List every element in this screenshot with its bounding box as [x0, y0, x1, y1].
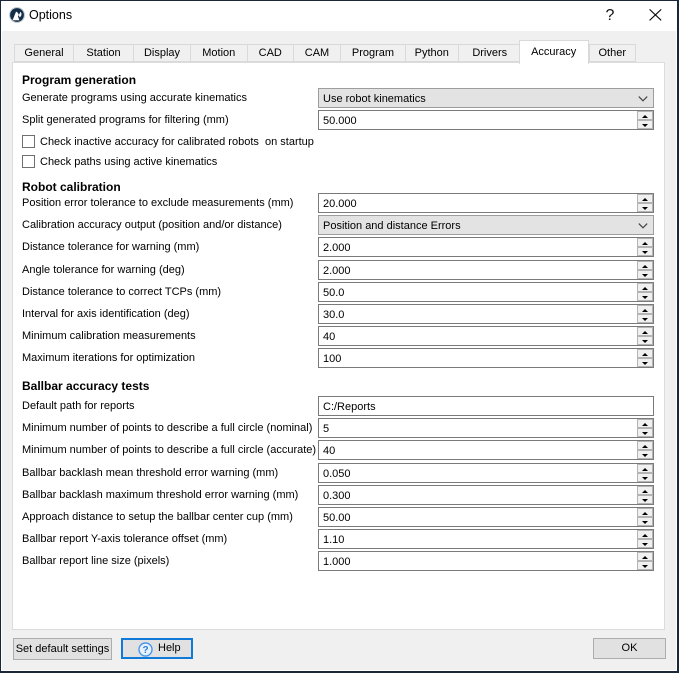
- svg-text:?: ?: [142, 645, 148, 656]
